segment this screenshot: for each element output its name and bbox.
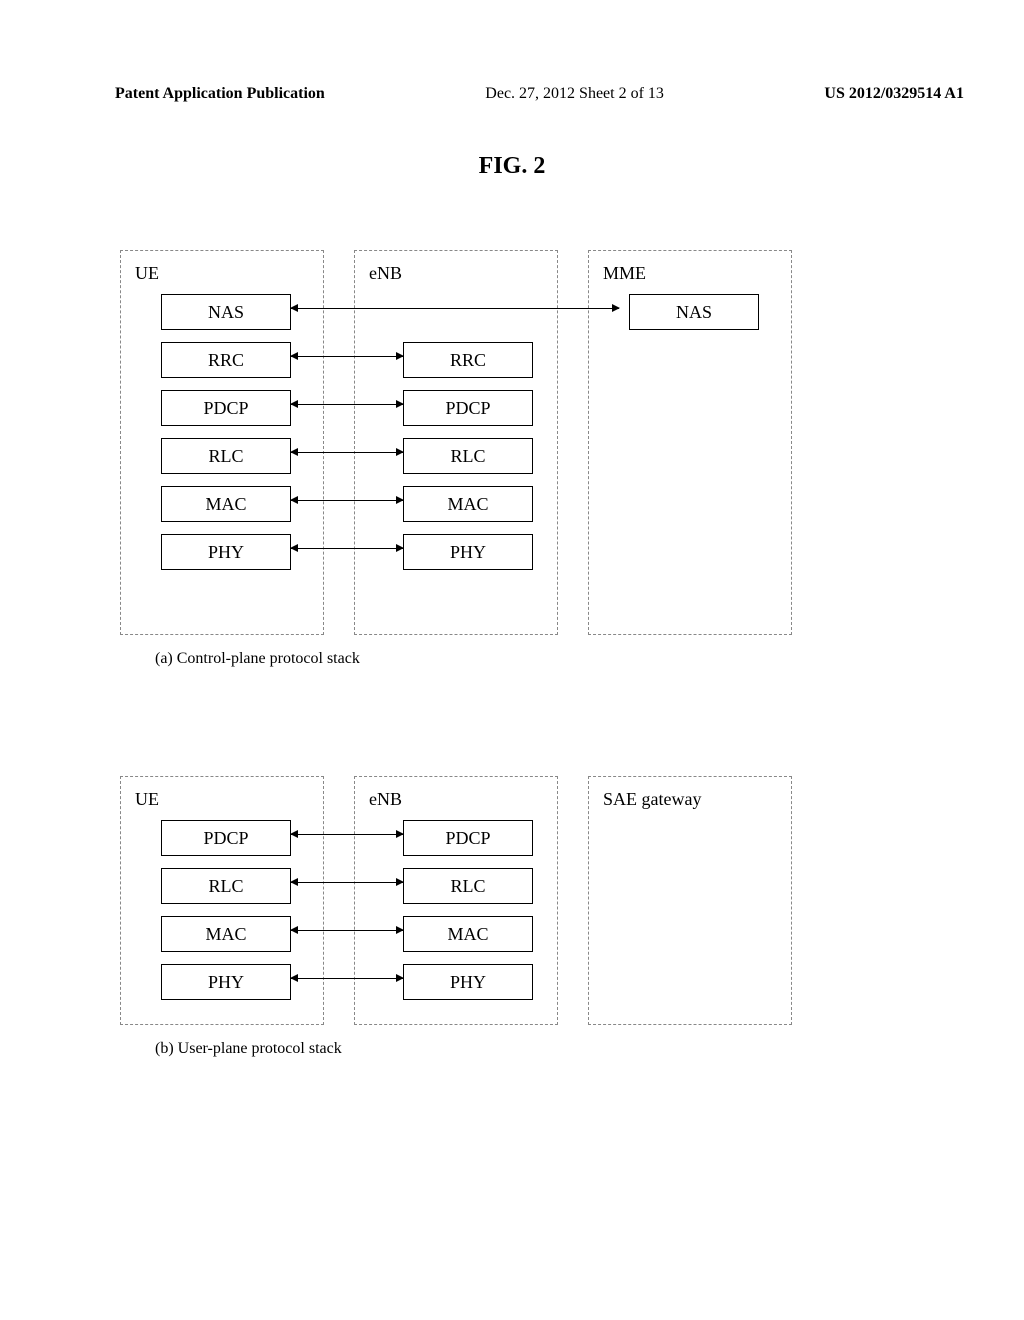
layer-pdcp: PDCP [161, 390, 291, 426]
arrow-phy [291, 548, 403, 549]
caption-a: (a) Control-plane protocol stack [155, 650, 1024, 668]
diagram-user-plane: UE PDCP RLC MAC PHY eNB PDCP RLC MAC PHY… [120, 776, 1024, 1025]
layer-phy: PHY [403, 964, 533, 1000]
ue-label: UE [135, 789, 313, 810]
arrow-phy [291, 978, 403, 979]
entity-sae: SAE gateway [588, 776, 792, 1025]
layer-mac: MAC [161, 916, 291, 952]
arrow-pdcp [291, 404, 403, 405]
layer-rlc: RLC [403, 868, 533, 904]
layer-phy: PHY [161, 534, 291, 570]
layer-phy: PHY [403, 534, 533, 570]
arrow-pdcp [291, 834, 403, 835]
header-center: Dec. 27, 2012 Sheet 2 of 13 [485, 85, 664, 103]
enb-label: eNB [369, 789, 547, 810]
entity-enb: eNB PDCP RLC MAC PHY [354, 776, 558, 1025]
layer-pdcp: PDCP [403, 820, 533, 856]
arrow-nas [291, 308, 619, 309]
mme-label: MME [603, 263, 781, 284]
arrow-mac [291, 930, 403, 931]
layer-mac: MAC [403, 916, 533, 952]
caption-b: (b) User-plane protocol stack [155, 1040, 1024, 1058]
ue-label: UE [135, 263, 313, 284]
enb-label: eNB [369, 263, 547, 284]
arrow-rrc [291, 356, 403, 357]
page-header: Patent Application Publication Dec. 27, … [0, 0, 1024, 103]
header-right: US 2012/0329514 A1 [824, 85, 964, 103]
header-left: Patent Application Publication [115, 85, 325, 103]
arrow-rlc [291, 882, 403, 883]
layer-pdcp: PDCP [403, 390, 533, 426]
arrow-rlc [291, 452, 403, 453]
layer-rlc: RLC [161, 438, 291, 474]
entity-ue: UE PDCP RLC MAC PHY [120, 776, 324, 1025]
layer-nas: NAS [629, 294, 759, 330]
layer-pdcp: PDCP [161, 820, 291, 856]
diagram-control-plane: UE NAS RRC PDCP RLC MAC PHY eNB RRC PDCP… [120, 250, 1024, 635]
layer-mac: MAC [403, 486, 533, 522]
layer-rrc: RRC [161, 342, 291, 378]
layer-rlc: RLC [403, 438, 533, 474]
figure-title: FIG. 2 [0, 153, 1024, 180]
layer-nas: NAS [161, 294, 291, 330]
layer-mac: MAC [161, 486, 291, 522]
layer-rlc: RLC [161, 868, 291, 904]
layer-rrc: RRC [403, 342, 533, 378]
arrow-mac [291, 500, 403, 501]
sae-label: SAE gateway [603, 789, 781, 810]
layer-phy: PHY [161, 964, 291, 1000]
